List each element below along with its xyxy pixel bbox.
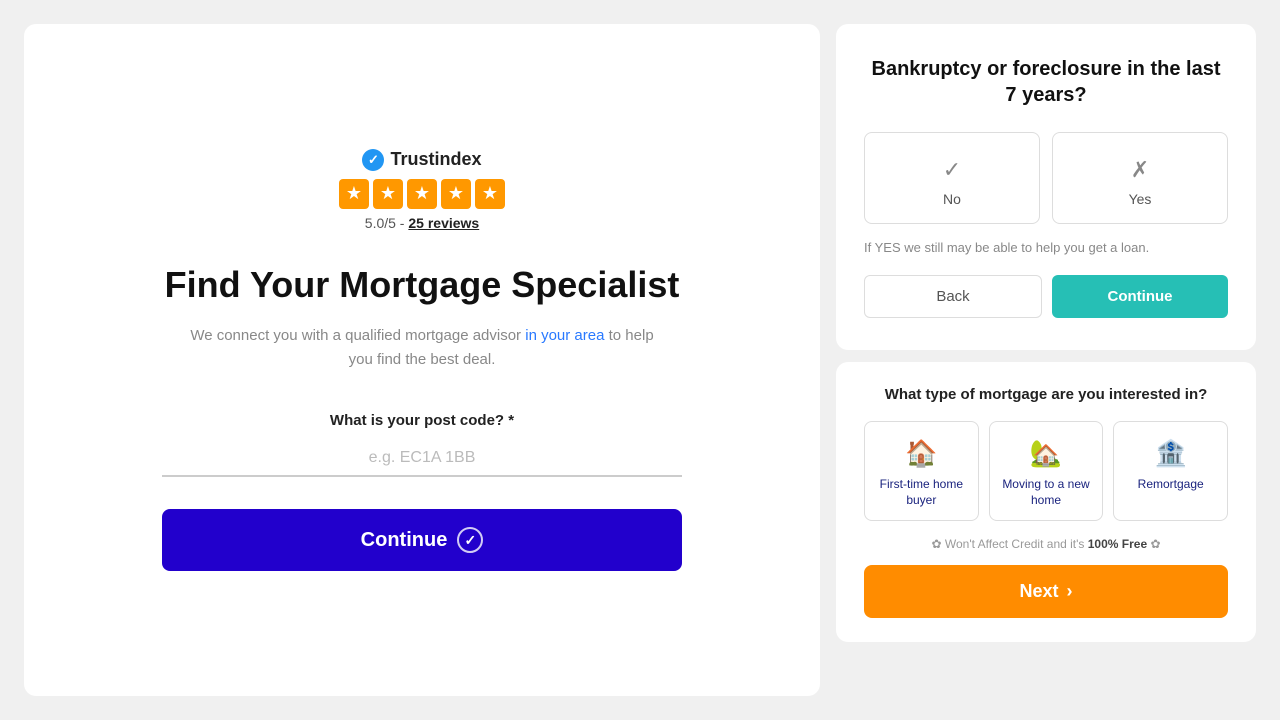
star-4: ★	[441, 179, 471, 209]
subtitle-highlight: in your area	[525, 327, 604, 344]
trustindex-badge: ✓ Trustindex ★ ★ ★ ★ ★ 5.0/5 - 25 review…	[339, 149, 505, 231]
review-text: 5.0/5 - 25 reviews	[365, 215, 479, 231]
bankruptcy-options-row: ✓ No ✗ Yes	[864, 132, 1228, 224]
next-arrow-icon: ›	[1067, 581, 1073, 602]
subtitle-part1: We connect you with a qualified mortgage…	[190, 327, 525, 344]
mortgage-card-title: What type of mortgage are you interested…	[864, 386, 1228, 403]
remortgage-option[interactable]: 🏦 Remortgage	[1113, 421, 1228, 521]
continue-label: Continue	[361, 529, 448, 552]
star-5: ★	[475, 179, 505, 209]
no-icon: ✓	[943, 157, 961, 183]
trustindex-header: ✓ Trustindex	[362, 149, 481, 171]
no-label: No	[943, 191, 961, 207]
reviews-link[interactable]: 25 reviews	[408, 215, 479, 231]
star-3: ★	[407, 179, 437, 209]
remortgage-icon: 🏦	[1154, 438, 1186, 469]
bankruptcy-title: Bankruptcy or foreclosure in the last 7 …	[864, 56, 1228, 108]
left-panel: ✓ Trustindex ★ ★ ★ ★ ★ 5.0/5 - 25 review…	[24, 24, 820, 696]
back-button[interactable]: Back	[864, 275, 1042, 318]
trustindex-checkmark-icon: ✓	[362, 149, 384, 171]
subtitle: We connect you with a qualified mortgage…	[182, 324, 662, 372]
next-button[interactable]: Next ›	[864, 565, 1228, 618]
first-time-buyer-option[interactable]: 🏠 First-time home buyer	[864, 421, 979, 521]
yes-hint: If YES we still may be able to help you …	[864, 240, 1228, 255]
no-option[interactable]: ✓ No	[864, 132, 1040, 224]
star-2: ★	[373, 179, 403, 209]
postcode-input[interactable]	[162, 441, 682, 477]
free-note-suffix: ✿	[1147, 537, 1160, 551]
mortgage-card: What type of mortgage are you interested…	[836, 362, 1256, 642]
back-continue-row: Back Continue	[864, 275, 1228, 318]
star-1: ★	[339, 179, 369, 209]
free-note: ✿ Won't Affect Credit and it's 100% Free…	[864, 537, 1228, 551]
page-wrapper: ✓ Trustindex ★ ★ ★ ★ ★ 5.0/5 - 25 review…	[0, 0, 1280, 720]
yes-icon: ✗	[1131, 157, 1149, 183]
remortgage-label: Remortgage	[1138, 477, 1204, 493]
stars-row: ★ ★ ★ ★ ★	[339, 179, 505, 209]
next-label: Next	[1019, 581, 1058, 602]
yes-option[interactable]: ✗ Yes	[1052, 132, 1228, 224]
free-note-prefix: ✿ Won't Affect Credit and it's	[931, 537, 1087, 551]
bankruptcy-card: Bankruptcy or foreclosure in the last 7 …	[836, 24, 1256, 350]
moving-home-option[interactable]: 🏡 Moving to a new home	[989, 421, 1104, 521]
free-note-bold: 100% Free	[1088, 537, 1147, 551]
right-panel: Bankruptcy or foreclosure in the last 7 …	[836, 24, 1256, 696]
continue-button[interactable]: Continue ✓	[162, 509, 682, 571]
mortgage-options-row: 🏠 First-time home buyer 🏡 Moving to a ne…	[864, 421, 1228, 521]
moving-home-icon: 🏡	[1030, 438, 1062, 469]
first-time-buyer-label: First-time home buyer	[873, 477, 970, 508]
bankruptcy-continue-button[interactable]: Continue	[1052, 275, 1228, 318]
trustindex-name: Trustindex	[390, 149, 481, 170]
postcode-section: What is your post code? *	[162, 412, 682, 477]
rating-value: 5.0/5	[365, 215, 396, 231]
main-title: Find Your Mortgage Specialist	[165, 263, 680, 306]
rating-separator: -	[396, 215, 408, 231]
moving-home-label: Moving to a new home	[998, 477, 1095, 508]
yes-label: Yes	[1129, 191, 1152, 207]
postcode-label: What is your post code? *	[162, 412, 682, 429]
continue-check-icon: ✓	[457, 527, 483, 553]
first-time-buyer-icon: 🏠	[905, 438, 937, 469]
